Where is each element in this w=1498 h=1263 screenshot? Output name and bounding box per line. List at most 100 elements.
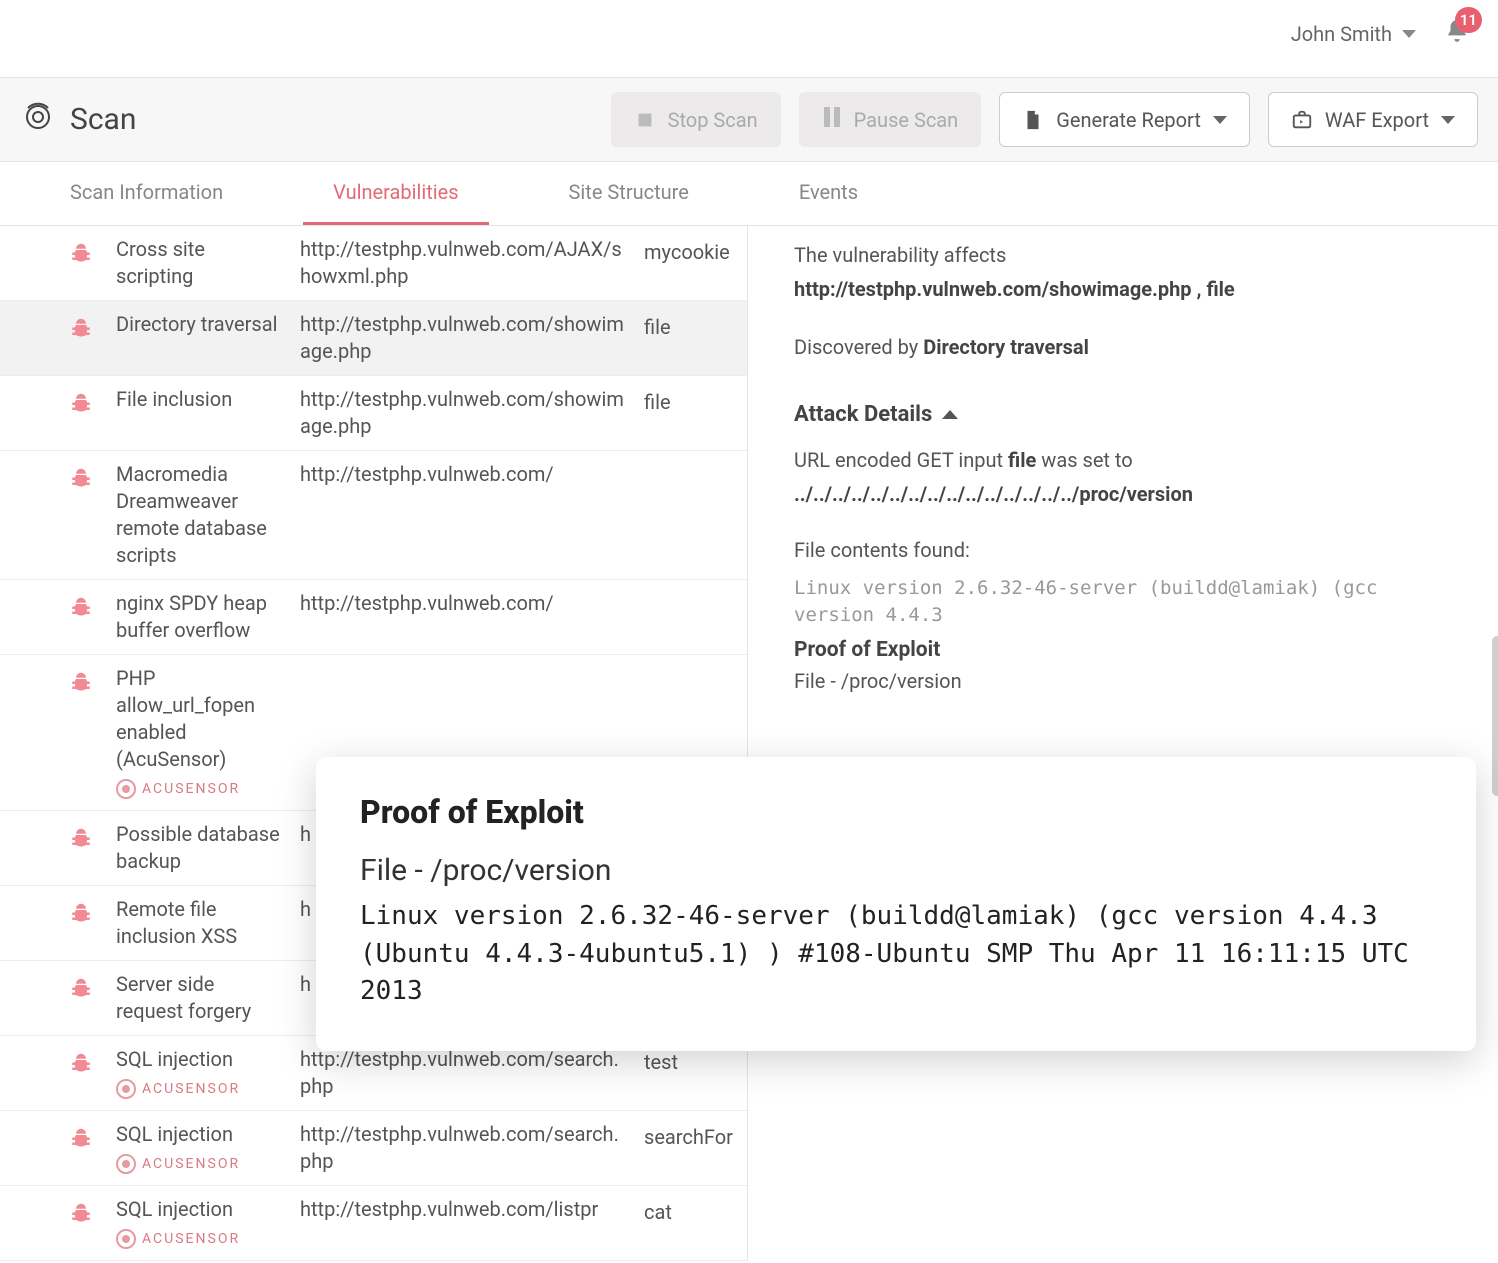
attack-details-toggle[interactable]: Attack Details — [794, 402, 1464, 427]
user-name: John Smith — [1291, 22, 1392, 46]
vuln-name: nginx SPDY heap buffer overflow — [116, 590, 286, 644]
vuln-param: mycookie — [644, 236, 735, 264]
scan-target-icon — [20, 99, 56, 140]
vuln-url: http://testphp.vulnweb.com/search.php — [300, 1121, 630, 1175]
stop-scan-button: Stop Scan — [611, 92, 781, 147]
proof-of-exploit-popup: Proof of Exploit File - /proc/version Li… — [316, 757, 1476, 1051]
vuln-name: Server side request forgery — [116, 971, 286, 1025]
table-row[interactable]: nginx SPDY heap buffer overflow http://te… — [0, 580, 747, 655]
vuln-url: http://testphp.vulnweb.com/ — [300, 590, 630, 617]
bug-icon — [60, 590, 102, 624]
vulnerabilities-list: Cross site scripting http://testphp.vulnw… — [0, 226, 748, 1261]
stop-label: Stop Scan — [668, 108, 758, 132]
vuln-name: SQL injectionACUSENSOR — [116, 1121, 286, 1175]
document-icon — [1022, 109, 1044, 131]
discovered-prefix: Discovered by — [794, 335, 918, 359]
vuln-param — [644, 665, 735, 669]
acusensor-badge: ACUSENSOR — [116, 1229, 240, 1249]
affects-url: http://testphp.vulnweb.com/showimage.php — [794, 277, 1192, 301]
vuln-url: http://testphp.vulnweb.com/search.php — [300, 1046, 630, 1100]
vuln-param: searchFor — [644, 1121, 735, 1149]
vulnerability-detail: The vulnerability affects http://testphp… — [748, 226, 1498, 1261]
vuln-name: Possible database backup — [116, 821, 286, 875]
waf-label: WAF Export — [1325, 108, 1429, 132]
payload: ../../../../../../../../../../../../../.… — [794, 479, 1464, 509]
scrollbar[interactable] — [1492, 636, 1498, 796]
discovered-module: Directory traversal — [923, 335, 1089, 359]
popup-body: Linux version 2.6.32-46-server (buildd@l… — [360, 898, 1432, 1011]
notification-badge: 11 — [1455, 7, 1482, 33]
notifications-button[interactable]: 11 — [1444, 18, 1470, 49]
pause-label: Pause Scan — [854, 108, 959, 132]
page-title: Scan — [70, 102, 136, 137]
tabs: Scan Information Vulnerabilities Site St… — [0, 162, 1498, 226]
section-title: Attack Details — [794, 402, 932, 427]
bug-icon — [60, 386, 102, 420]
vuln-param: file — [644, 386, 735, 414]
table-row[interactable]: SQL injectionACUSENSOR http://testphp.vul… — [0, 1186, 747, 1261]
vuln-name: SQL injectionACUSENSOR — [116, 1046, 286, 1100]
pause-icon — [822, 107, 842, 132]
bug-icon — [60, 971, 102, 1005]
line1-c: was set to — [1036, 448, 1132, 472]
acusensor-badge: ACUSENSOR — [116, 1079, 240, 1099]
bug-icon — [60, 236, 102, 270]
vuln-name: Macromedia Dreamweaver remote database s… — [116, 461, 286, 569]
bug-icon — [60, 461, 102, 495]
vuln-name: PHP allow_url_fopen enabled (AcuSensor)A… — [116, 665, 286, 800]
stop-icon — [634, 109, 656, 131]
vuln-param — [644, 461, 735, 465]
popup-title: Proof of Exploit — [360, 793, 1432, 831]
vuln-param: cat — [644, 1196, 735, 1224]
line1-b: file — [1008, 448, 1036, 472]
generate-report-button[interactable]: Generate Report — [999, 92, 1250, 147]
line1-a: URL encoded GET input — [794, 448, 1008, 472]
vuln-param: file — [644, 311, 735, 339]
vuln-name: SQL injectionACUSENSOR — [116, 1196, 286, 1250]
briefcase-icon — [1291, 109, 1313, 131]
table-row[interactable]: Macromedia Dreamweaver remote database s… — [0, 451, 747, 580]
waf-export-button[interactable]: WAF Export — [1268, 92, 1478, 147]
proof-of-exploit-heading: Proof of Exploit — [794, 638, 1464, 662]
proof-file: File - /proc/version — [794, 666, 1464, 696]
acusensor-badge: ACUSENSOR — [116, 1154, 240, 1174]
top-bar: John Smith 11 — [0, 0, 1498, 78]
tab-site-structure[interactable]: Site Structure — [539, 162, 719, 225]
report-label: Generate Report — [1056, 108, 1201, 132]
affects-sep: , — [1192, 277, 1207, 301]
bug-icon — [60, 311, 102, 345]
table-row[interactable]: Directory traversalhttp://testphp.vulnwe… — [0, 301, 747, 376]
chevron-down-icon — [1441, 116, 1455, 124]
vuln-name: Remote file inclusion XSS — [116, 896, 286, 950]
bug-icon — [60, 896, 102, 930]
chevron-down-icon — [1213, 116, 1227, 124]
toolbar: Scan Stop Scan Pause Scan Generate Repor… — [0, 78, 1498, 162]
table-row[interactable]: Cross site scriptinghttp://testphp.vulnw… — [0, 226, 747, 301]
bug-icon — [60, 1121, 102, 1155]
file-contents-found: File contents found: — [794, 535, 1464, 565]
bug-icon — [60, 665, 102, 699]
tab-vulnerabilities[interactable]: Vulnerabilities — [303, 162, 488, 225]
bug-icon — [60, 1046, 102, 1080]
vuln-param — [644, 590, 735, 594]
vuln-name: File inclusion — [116, 386, 286, 413]
vuln-url: http://testphp.vulnweb.com/ — [300, 461, 630, 488]
table-row[interactable]: File inclusionhttp://testphp.vulnweb.com… — [0, 376, 747, 451]
tab-scan-information[interactable]: Scan Information — [40, 162, 253, 225]
table-row[interactable]: SQL injectionACUSENSOR http://testphp.vul… — [0, 1111, 747, 1186]
popup-file: File - /proc/version — [360, 853, 1432, 888]
affects-prefix: The vulnerability affects — [794, 243, 1006, 267]
acusensor-badge: ACUSENSOR — [116, 779, 240, 799]
bug-icon — [60, 821, 102, 855]
tab-events[interactable]: Events — [769, 162, 888, 225]
pause-scan-button: Pause Scan — [799, 92, 982, 147]
file-contents-body: Linux version 2.6.32-46-server (buildd@l… — [794, 575, 1464, 628]
chevron-down-icon — [1402, 30, 1416, 38]
user-menu[interactable]: John Smith — [1291, 22, 1416, 46]
main-split: Cross site scripting http://testphp.vulnw… — [0, 226, 1498, 1261]
affects-param: file — [1206, 277, 1234, 301]
vuln-url: http://testphp.vulnweb.com/showimage.php — [300, 311, 630, 365]
chevron-up-icon — [942, 410, 958, 419]
vuln-url: http://testphp.vulnweb.com/listpr — [300, 1196, 630, 1223]
vuln-name: Cross site scripting — [116, 236, 286, 290]
